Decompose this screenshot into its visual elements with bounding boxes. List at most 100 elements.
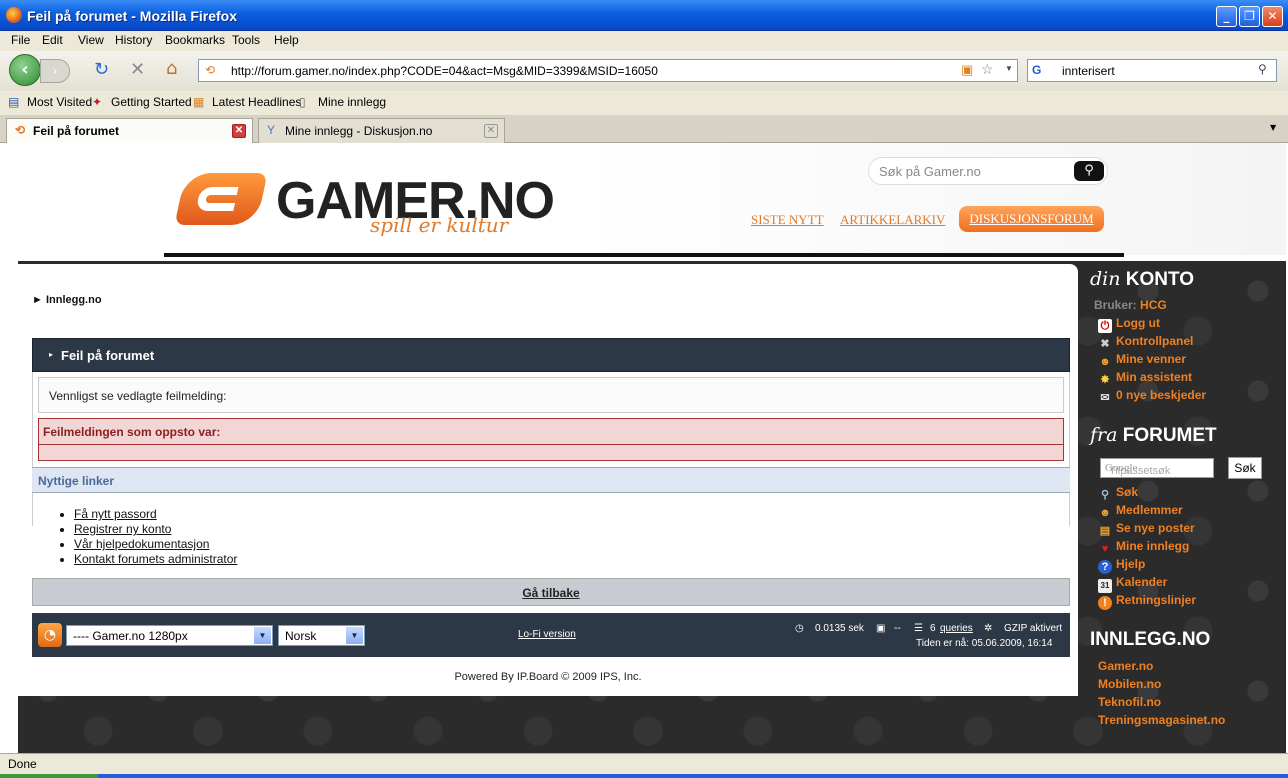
- sidebar-retningslinjer[interactable]: ! Retningslinjer: [1098, 593, 1196, 610]
- home-icon[interactable]: ⌂: [166, 60, 177, 78]
- gzip-icon: ✲: [984, 623, 993, 634]
- site-link-gamer[interactable]: Gamer.no: [1098, 659, 1153, 675]
- timer-icon: ◷: [795, 623, 804, 634]
- site-header: GAMER.NO spill er kultur Søk på Gamer.no…: [4, 143, 1286, 255]
- menu-history[interactable]: History: [115, 33, 152, 47]
- tab-favicon: ⟲: [15, 123, 26, 137]
- google-icon[interactable]: G: [1032, 63, 1041, 77]
- assistant-icon: ✸: [1100, 374, 1110, 386]
- user-name[interactable]: HCG: [1140, 298, 1167, 312]
- error-details: [38, 445, 1064, 461]
- menu-edit[interactable]: Edit: [42, 33, 63, 47]
- site-link-mobilen[interactable]: Mobilen.no: [1098, 677, 1161, 693]
- sidebar-sok[interactable]: ⚲ Søk: [1098, 485, 1138, 501]
- konto-heading: din KONTO: [1090, 268, 1195, 290]
- page-icon: ▯: [299, 95, 306, 109]
- close-button[interactable]: ✕: [1262, 6, 1283, 27]
- status-bar: Done: [0, 753, 1288, 774]
- browser-window: Feil på forumet - Mozilla Firefox _ ❐ ✕ …: [0, 0, 1288, 778]
- sidebar-kontrollpanel[interactable]: ✖ Kontrollpanel: [1098, 334, 1193, 350]
- minimize-button[interactable]: _: [1216, 6, 1237, 27]
- site-search-input[interactable]: Søk på Gamer.no ⚲: [868, 157, 1108, 185]
- menu-tools[interactable]: Tools: [232, 33, 260, 47]
- search-engine-value: innterisert: [1062, 64, 1115, 78]
- search-icon[interactable]: ⚲: [1074, 161, 1104, 181]
- bookmark-most-visited[interactable]: Most Visited: [27, 95, 92, 109]
- tab-feil-pa-forumet[interactable]: ⟲ Feil på forumet ✕: [6, 118, 253, 143]
- members-icon: ☻: [1099, 507, 1111, 519]
- skin-select[interactable]: ---- Gamer.no 1280px ▼: [66, 625, 273, 646]
- link-contact-admin[interactable]: Kontakt forumets administrator: [74, 552, 237, 567]
- forward-button[interactable]: ›: [40, 59, 70, 83]
- exec-time: 0.0135 sek: [815, 623, 864, 634]
- google-search-button[interactable]: Søk: [1228, 457, 1262, 479]
- bookmark-latest-headlines[interactable]: Latest Headlines: [212, 95, 301, 109]
- message-box: Vennligst se vedlagte feilmelding:: [38, 377, 1064, 413]
- tab-mine-innlegg[interactable]: Y Mine innlegg - Diskusjon.no ✕: [258, 118, 505, 143]
- link-register[interactable]: Registrer ny konto: [74, 522, 237, 537]
- queries-link[interactable]: queries: [940, 623, 973, 634]
- nav-artikkelarkiv[interactable]: ARTIKKELARKIV: [840, 212, 945, 228]
- gzip-status: GZIP aktivert: [1004, 623, 1063, 634]
- bookmark-getting-started[interactable]: Getting Started: [111, 95, 192, 109]
- new-posts-icon: ▤: [1099, 525, 1111, 537]
- nav-siste-nytt[interactable]: SISTE NYTT: [751, 212, 824, 228]
- maximize-button[interactable]: ❐: [1239, 6, 1260, 27]
- magnifier-icon[interactable]: ⚲: [1258, 62, 1267, 76]
- back-button[interactable]: ‹: [9, 54, 41, 86]
- menu-view[interactable]: View: [78, 33, 104, 47]
- nav-diskusjonsforum[interactable]: DISKUSJONSFORUM: [959, 206, 1104, 232]
- site-link-teknofil[interactable]: Teknofil.no: [1098, 695, 1161, 711]
- logo-tagline: spill er kultur: [370, 213, 509, 237]
- sidebar-medlemmer[interactable]: ☻ Medlemmer: [1098, 503, 1183, 519]
- sidebar-mine-innlegg[interactable]: ♥ Mine innlegg: [1098, 539, 1190, 555]
- tab-close-icon[interactable]: ✕: [232, 124, 246, 138]
- sidebar-beskjeder[interactable]: ✉ 0 nye beskjeder: [1098, 388, 1206, 404]
- language-select[interactable]: Norsk ▼: [278, 625, 365, 646]
- rss-icon[interactable]: ◔: [38, 623, 62, 647]
- menu-file[interactable]: File: [11, 33, 30, 47]
- message-icon: ✉: [1100, 392, 1110, 404]
- status-text: Done: [8, 757, 37, 771]
- menu-help[interactable]: Help: [274, 33, 299, 47]
- chevron-down-icon: ▼: [346, 627, 363, 644]
- sidebar-kalender[interactable]: 31 Kalender: [1098, 575, 1167, 593]
- breadcrumb-link[interactable]: Innlegg.no: [46, 294, 102, 306]
- rss-feed-icon[interactable]: ▣: [961, 62, 973, 78]
- stop-icon[interactable]: ✕: [130, 61, 145, 79]
- menu-bookmarks[interactable]: Bookmarks: [165, 33, 225, 47]
- header-divider: [164, 253, 1124, 257]
- sidebar-hjelp[interactable]: ? Hjelp: [1098, 557, 1145, 574]
- firefox-icon: [6, 7, 22, 23]
- heart-icon: ♥: [1101, 543, 1109, 555]
- sidebar-mine-venner[interactable]: ☻ Mine venner: [1098, 352, 1186, 368]
- lofi-link[interactable]: Lo-Fi version: [518, 629, 576, 640]
- calendar-icon: 31: [1098, 579, 1112, 593]
- taskbar-strip: [0, 774, 1288, 778]
- sidebar-logg-ut[interactable]: ⏻ Logg ut: [1098, 316, 1160, 333]
- queries-count: 6: [930, 623, 936, 634]
- google-search-input[interactable]: Google Tilpassetsøk: [1100, 458, 1214, 478]
- sidebar-nye-poster[interactable]: ▤ Se nye poster: [1098, 521, 1195, 537]
- rss-icon: ▦: [193, 95, 205, 109]
- star-icon[interactable]: ☆: [981, 61, 994, 78]
- database-icon: ☰: [914, 623, 923, 634]
- reload-icon[interactable]: ↻: [94, 61, 109, 79]
- go-back-link[interactable]: Gå tilbake: [33, 586, 1069, 600]
- sidebar-min-assistent[interactable]: ✸ Min assistent: [1098, 370, 1192, 386]
- link-new-password[interactable]: Få nytt passord: [74, 507, 237, 522]
- search-engine-box[interactable]: G innterisert ⚲: [1027, 59, 1277, 82]
- tools-icon: ✖: [1100, 338, 1110, 350]
- link-help-docs[interactable]: Vår hjelpedokumentasjon: [74, 537, 237, 552]
- tab-close-icon[interactable]: ✕: [484, 124, 498, 138]
- terminal-icon: ▣: [876, 623, 886, 634]
- search-icon: ⚲: [1100, 489, 1110, 501]
- address-bar[interactable]: ⟲ http://forum.gamer.no/index.php?CODE=0…: [198, 59, 1018, 82]
- tab-list-icon[interactable]: ▼: [1270, 123, 1276, 132]
- forumet-heading: fra FORUMET: [1090, 424, 1217, 446]
- bookmark-mine-innlegg[interactable]: Mine innlegg: [318, 95, 386, 109]
- arrow-icon: ▸: [49, 350, 54, 359]
- error-label: Feilmeldingen som oppsto var:: [38, 418, 1064, 445]
- site-link-treningsmagasinet[interactable]: Treningsmagasinet.no: [1098, 713, 1225, 729]
- dropdown-icon[interactable]: ▼: [1005, 64, 1013, 73]
